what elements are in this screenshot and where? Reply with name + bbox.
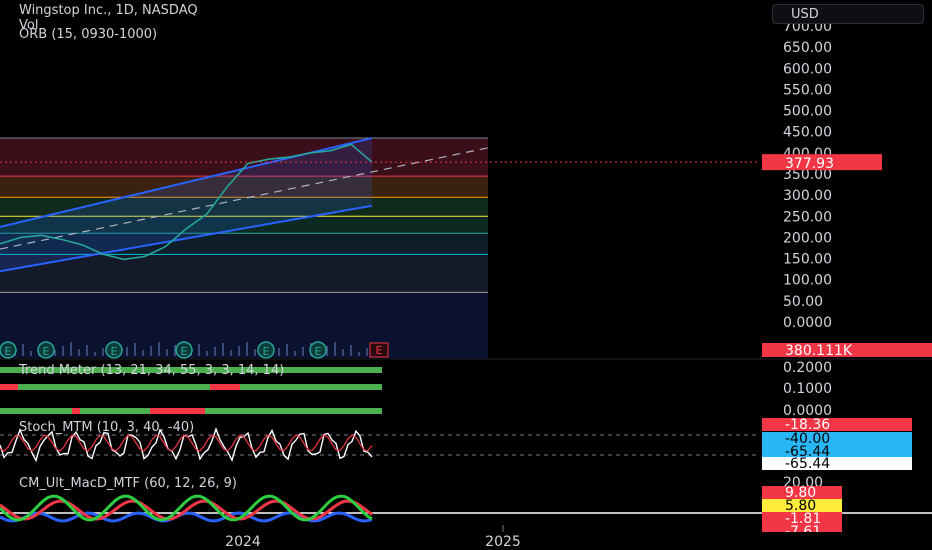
volume-bar (62, 346, 64, 356)
future-earnings-marker[interactable]: E (369, 342, 389, 358)
volume-bar (238, 346, 240, 356)
volume-bar (94, 352, 96, 356)
volume-bar (142, 350, 144, 356)
stoch-value-tag: -65.44 (762, 456, 912, 472)
volume-bar (166, 349, 168, 356)
earnings-marker-label: E (181, 345, 188, 358)
volume-bar (350, 345, 352, 356)
last-price-label: 377.93 (785, 156, 834, 172)
trend-meter-title: Trend Meter (13, 21, 34, 55, 3, 3, 14, 1… (19, 363, 285, 378)
trend-row-2-red (0, 384, 18, 390)
trend-row-2-red (210, 384, 240, 390)
chart-canvas[interactable]: E E E E E E E 0.0000 50.00 100.00 150.00 200.00 250… (0, 0, 932, 550)
price-axis-tick: 650.00 (783, 40, 832, 56)
earnings-marker-label: E (111, 345, 118, 358)
volume-bar (254, 349, 256, 356)
trend-row-3-red (72, 408, 80, 414)
earnings-marker[interactable]: E (0, 341, 17, 359)
earnings-marker[interactable]: E (37, 341, 55, 359)
earnings-marker[interactable]: E (105, 341, 123, 359)
macd-line (0, 494, 373, 522)
stoch-title: Stoch_MTM (10, 3, 40, -40) (19, 420, 195, 435)
volume-bar (150, 346, 152, 356)
volume-bar (366, 348, 368, 356)
volume-bar (206, 351, 208, 356)
earnings-marker[interactable]: E (175, 341, 193, 359)
volume-bar (86, 345, 88, 356)
price-axis-tick: 200.00 (783, 230, 832, 246)
volume-bar (358, 352, 360, 356)
volume-bar (342, 349, 344, 356)
volume-bar (70, 342, 72, 356)
volume-bar (126, 347, 128, 356)
price-axis-tick: 300.00 (783, 188, 832, 204)
volume-bar (30, 351, 32, 356)
volume-bar (198, 344, 200, 356)
trend-axis-tick: 0.1000 (783, 381, 832, 397)
volume-bar (102, 348, 104, 356)
volume-bar (302, 347, 304, 356)
earnings-marker[interactable]: E (309, 341, 327, 359)
price-axis[interactable]: 0.0000 50.00 100.00 150.00 200.00 250.00 300.0… (762, 19, 932, 359)
volume-bar (78, 349, 80, 356)
volume-bar (134, 343, 136, 356)
earnings-marker-label: E (43, 345, 50, 358)
volume-tag-label: 380.111K (785, 343, 853, 359)
price-axis-tick: 50.00 (783, 294, 823, 310)
macd-title: CM_Ult_MacD_MTF (60, 12, 26, 9) (19, 476, 237, 491)
currency-selector[interactable]: USD (772, 4, 924, 24)
stoch-tag-label: -65.44 (785, 456, 830, 472)
time-axis-tick: 2024 (225, 534, 261, 550)
volume-bar (230, 350, 232, 356)
trend-row-2 (0, 384, 382, 390)
price-axis-tick: 0.0000 (783, 315, 832, 331)
orb-label: ORB (15, 0930-1000) (19, 27, 158, 42)
time-axis-bg (0, 532, 932, 550)
volume-bar (222, 343, 224, 356)
volume-bar (294, 351, 296, 356)
time-axis-tick: 2025 (485, 534, 521, 550)
earnings-marker-label: E (315, 345, 322, 358)
future-earnings-label: E (376, 344, 383, 357)
volume-bar (22, 344, 24, 356)
volume-bar (334, 342, 336, 356)
earnings-marker-label: E (5, 345, 12, 358)
volume-bar (286, 344, 288, 356)
volume-bar (214, 347, 216, 356)
earnings-marker[interactable]: E (257, 341, 275, 359)
price-axis-tick: 450.00 (783, 125, 832, 141)
symbol-title: Wingstop Inc., 1D, NASDAQ (19, 3, 198, 18)
trend-axis-tick: 0.2000 (783, 360, 832, 376)
orb-band (0, 254, 488, 293)
price-axis-tick: 600.00 (783, 61, 832, 77)
trend-row-3-red (150, 408, 205, 414)
stoch-signal-line (0, 434, 373, 452)
price-axis-tick: 100.00 (783, 273, 832, 289)
volume-bar (158, 342, 160, 356)
price-axis-tick: 500.00 (783, 104, 832, 120)
price-axis-tick: 250.00 (783, 209, 832, 225)
price-axis-tick: 550.00 (783, 82, 832, 98)
volume-bar (278, 348, 280, 356)
volume-bar (246, 342, 248, 356)
earnings-marker-label: E (263, 345, 270, 358)
price-axis-tick: 150.00 (783, 252, 832, 268)
